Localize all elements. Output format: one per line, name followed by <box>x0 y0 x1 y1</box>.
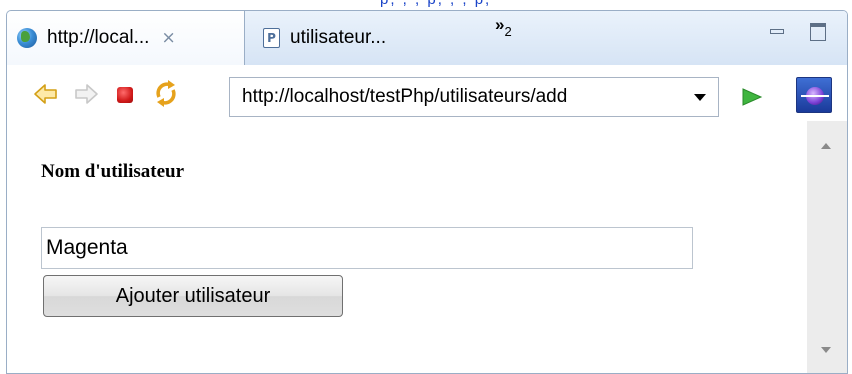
url-bar[interactable]: http://localhost/testPhp/utilisateurs/ad… <box>229 77 719 117</box>
tab-utilisateur[interactable]: P utilisateur... <box>253 11 453 65</box>
chevron-down-icon[interactable] <box>694 93 706 101</box>
browser-toolbar: http://localhost/testPhp/utilisateurs/ad… <box>7 65 847 121</box>
vertical-scrollbar[interactable] <box>807 121 847 373</box>
eclipse-line <box>801 95 829 97</box>
username-label: Nom d'utilisateur <box>41 161 185 182</box>
maximize-button[interactable] <box>810 23 826 41</box>
browser-window: http://local... ⨯ P utilisateur... »2 ht… <box>6 10 848 374</box>
background-strip: p, , , p, , , p, <box>0 0 852 10</box>
tab-bar: http://local... ⨯ P utilisateur... »2 <box>7 11 847 65</box>
tab-overflow-button[interactable]: »2 <box>495 15 512 40</box>
minimize-button[interactable] <box>770 29 784 34</box>
close-icon[interactable]: ⨯ <box>161 28 175 48</box>
url-text[interactable]: http://localhost/testPhp/utilisateurs/ad… <box>242 86 694 108</box>
tab-title: http://local... <box>47 27 150 48</box>
page-content: Nom d'utilisateur Ajouter utilisateur <box>7 121 807 373</box>
go-icon[interactable] <box>741 87 763 107</box>
tab-title: utilisateur... <box>290 27 387 48</box>
scroll-down-arrow-icon[interactable] <box>821 347 831 353</box>
overflow-count: 2 <box>504 24 512 40</box>
add-user-button[interactable]: Ajouter utilisateur <box>43 275 343 317</box>
username-input[interactable] <box>41 227 693 269</box>
globe-icon <box>17 28 37 48</box>
eclipse-icon[interactable] <box>796 77 832 113</box>
php-file-icon: P <box>263 28 280 48</box>
scroll-up-arrow-icon[interactable] <box>821 143 831 149</box>
stop-icon[interactable] <box>117 87 133 103</box>
tab-localhost[interactable]: http://local... ⨯ <box>7 11 245 65</box>
background-text: p, , , p, , , p, <box>380 0 491 8</box>
back-arrow-icon[interactable] <box>33 81 59 107</box>
refresh-icon[interactable] <box>151 77 181 109</box>
forward-arrow-icon[interactable] <box>73 81 99 107</box>
